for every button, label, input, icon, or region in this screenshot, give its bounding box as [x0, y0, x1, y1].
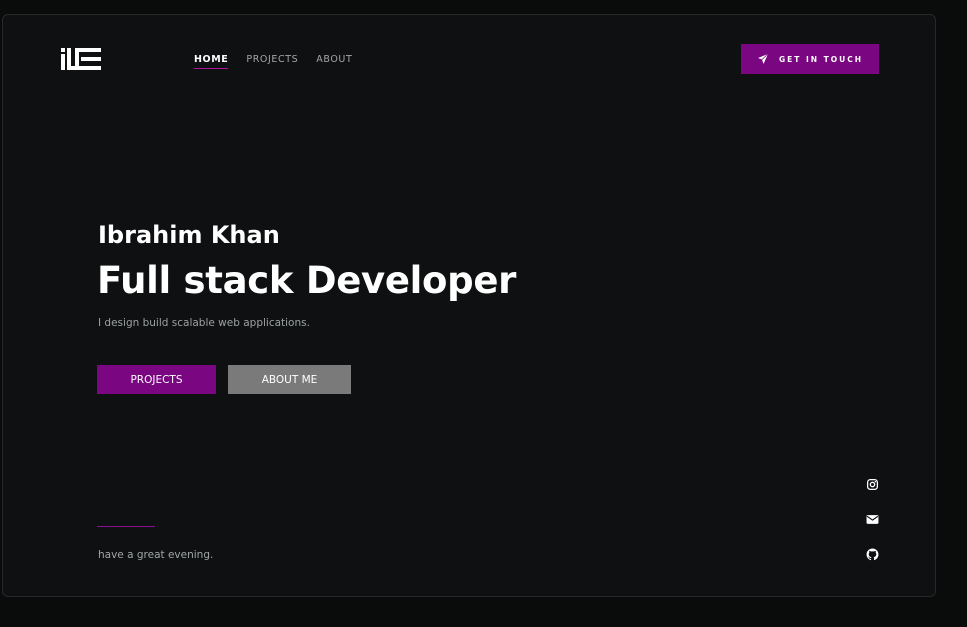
- github-icon: [866, 548, 878, 560]
- hero-tagline: I design build scalable web applications…: [98, 317, 310, 329]
- logo-icon: [61, 48, 101, 70]
- about-me-button[interactable]: ABOUT ME: [228, 365, 351, 394]
- mail-icon: [866, 514, 878, 524]
- email-link[interactable]: [865, 512, 879, 526]
- greeting-text: have a great evening.: [98, 549, 214, 561]
- page-frame: HOME PROJECTS ABOUT GET IN TOUCH Ibrahim…: [2, 14, 936, 597]
- accent-divider: [97, 526, 155, 527]
- get-in-touch-button[interactable]: GET IN TOUCH: [741, 44, 879, 74]
- get-in-touch-label: GET IN TOUCH: [778, 54, 864, 64]
- instagram-link[interactable]: [865, 477, 879, 491]
- paper-plane-icon: [757, 53, 769, 64]
- projects-button[interactable]: PROJECTS: [97, 365, 216, 394]
- main-nav: HOME PROJECTS ABOUT: [194, 54, 370, 69]
- hero-name: Ibrahim Khan: [98, 221, 280, 249]
- hero-role: Full stack Developer: [97, 259, 517, 302]
- nav-item-about[interactable]: ABOUT: [316, 54, 352, 69]
- logo[interactable]: [61, 48, 103, 70]
- github-link[interactable]: [865, 547, 879, 561]
- nav-item-projects[interactable]: PROJECTS: [246, 54, 298, 69]
- nav-item-home[interactable]: HOME: [194, 54, 229, 69]
- instagram-icon: [866, 478, 878, 490]
